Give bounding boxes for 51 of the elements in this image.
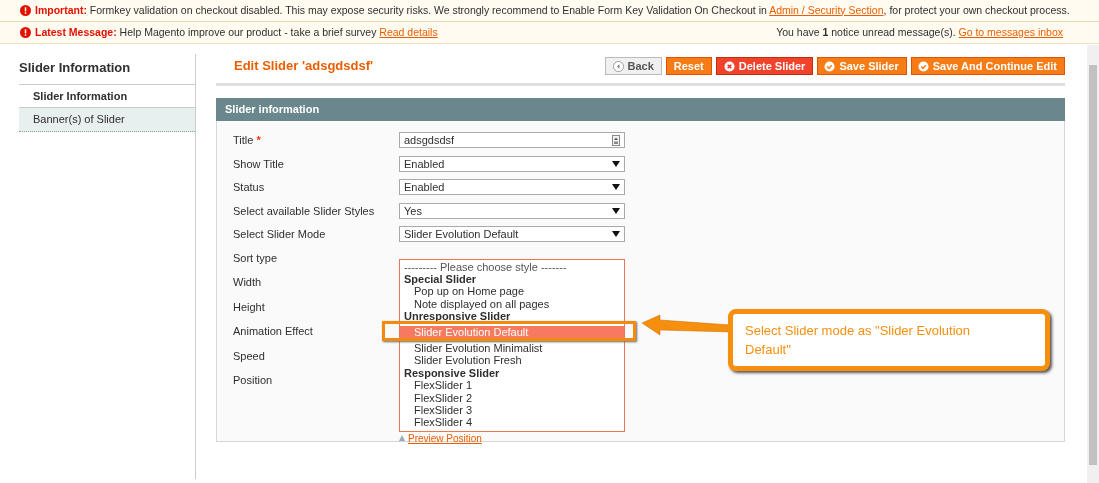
page-title: Edit Slider 'adsgdsdsf' <box>234 58 374 74</box>
field-label: Select available Slider Styles <box>233 203 376 219</box>
dropdown-option[interactable]: FlexSlider 3 <box>400 403 624 417</box>
dropdown-arrow-icon <box>612 184 620 191</box>
back-icon <box>612 60 624 72</box>
field-label: Select Slider Mode <box>233 227 327 242</box>
scrollbar[interactable] <box>1087 45 1099 483</box>
field-label: Height <box>233 299 266 315</box>
select-field[interactable]: Enabled <box>399 155 625 172</box>
dropdown-option[interactable]: FlexSlider 1 <box>400 379 624 392</box>
field-label: Position <box>233 372 274 388</box>
dropdown-arrow-icon <box>612 160 620 167</box>
check-icon <box>824 60 836 72</box>
select-field[interactable]: Enabled <box>399 179 625 196</box>
dropdown-option[interactable]: FlexSlider 2 <box>400 391 624 404</box>
notice-message: Important: Formkey validation on checkout disabled. This may expose security risks. We strongly recommend to Enable Form Key Validation On Checkout in Admin / Security Section, for protect your own checkout process. <box>35 2 1070 18</box>
select-field[interactable]: Yes <box>399 202 625 219</box>
delete-button[interactable]: Delete Slider <box>715 57 814 75</box>
field-label: Speed <box>233 348 266 364</box>
field-label: Sort type <box>233 250 279 266</box>
sidebar-tab[interactable]: Banner(s) of Slider <box>19 108 195 132</box>
select-field[interactable]: Slider Evolution Default <box>399 226 625 243</box>
dropdown-option[interactable]: Note displayed on all pages <box>400 297 624 311</box>
dropdown-option[interactable]: Slider Evolution Minimalist <box>400 341 624 355</box>
field-label: Animation Effect <box>233 324 314 340</box>
triangle-icon <box>399 435 405 441</box>
dropdown-option[interactable]: Pop up on Home page <box>400 285 624 298</box>
notice-count: You have 1 notice unread message(s). Go to messages inbox <box>776 24 1063 40</box>
dropdown-option[interactable]: Slider Evolution Fresh <box>400 354 624 367</box>
option-group-label: Special Slider <box>403 272 478 286</box>
sidebar-title: Slider Information <box>19 54 195 85</box>
field-label: Show Title <box>233 156 285 172</box>
alert-icon <box>20 27 31 38</box>
check-icon <box>917 60 929 72</box>
close-icon <box>723 60 735 72</box>
back-button[interactable]: Back <box>604 57 662 75</box>
dropdown-option[interactable]: --------- Please choose style ------- <box>400 260 624 273</box>
dropdown-arrow-icon <box>612 207 620 214</box>
option-group-label: Responsive Slider <box>403 366 501 380</box>
field-label: Title * <box>233 133 262 148</box>
alert-icon <box>20 5 31 16</box>
field-label: Status <box>233 180 266 195</box>
callout: Select Slider mode as "Slider Evolution Default" <box>728 308 1050 371</box>
notice-message: Latest Message: Help Magento improve our product - take a brief survey Read details <box>35 24 438 40</box>
text-field[interactable]: adsgdsdsf <box>399 132 625 149</box>
field-icon <box>612 134 620 146</box>
option-group-label: Unresponsive Slider <box>403 310 512 323</box>
section-header: Slider information <box>216 98 1065 121</box>
dropdown-arrow-icon <box>612 231 620 238</box>
field-label: Width <box>233 275 263 291</box>
dropdown-option[interactable]: FlexSlider 4 <box>400 416 624 429</box>
